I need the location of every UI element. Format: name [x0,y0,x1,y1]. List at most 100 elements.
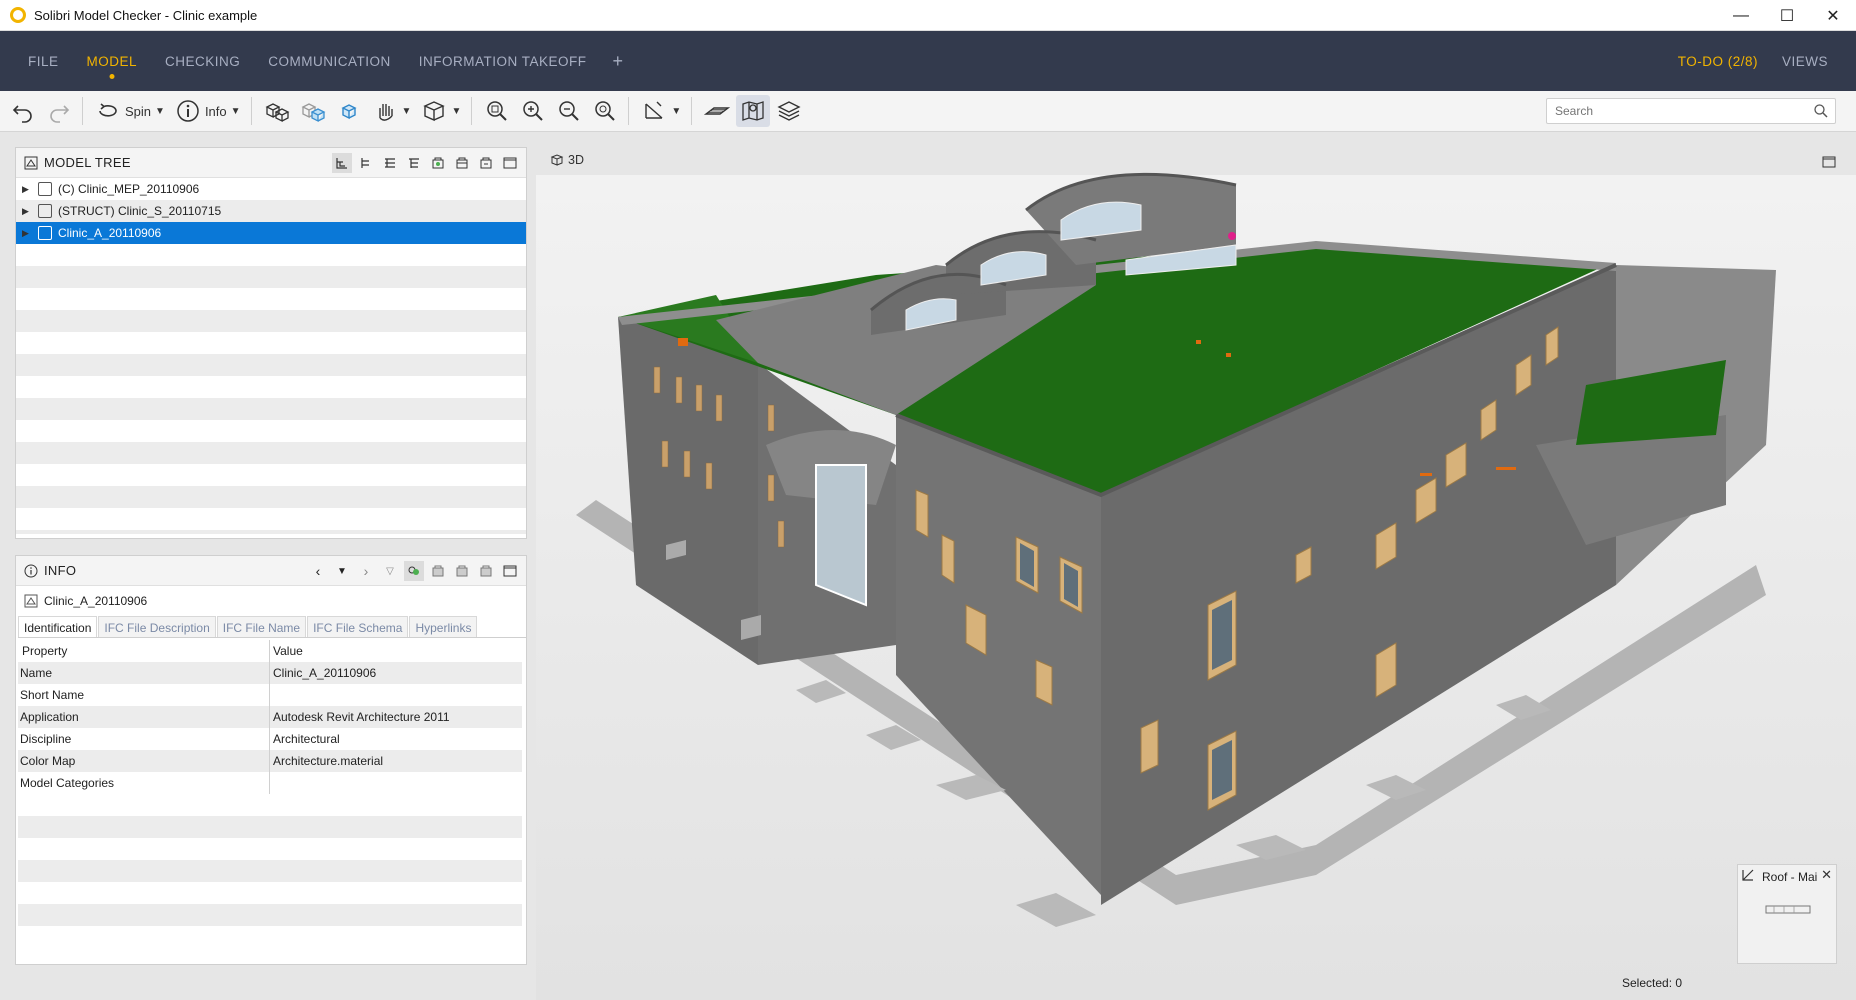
title-bar: Solibri Model Checker - Clinic example —… [0,0,1856,31]
layers-button[interactable] [772,95,806,127]
menu-file[interactable]: FILE [28,54,59,69]
tree-hierarchy-icon[interactable] [332,153,352,173]
floor-minimap[interactable]: Roof - Mai ✕ [1737,864,1837,964]
expand-arrow-icon[interactable]: ▶ [22,206,34,217]
model-file-icon [38,182,52,196]
empty-row [16,508,526,530]
views-button[interactable]: VIEWS [1782,54,1828,69]
minimap-building-outline [1765,905,1811,914]
maximize-button[interactable]: ☐ [1764,0,1810,31]
chevron-down-icon[interactable]: ▼ [402,106,412,117]
tab-identification[interactable]: Identification [18,616,98,637]
info-title: INFO [44,563,77,578]
undo-button[interactable] [6,95,40,127]
transparent-button[interactable] [296,95,330,127]
app-logo-icon [10,7,26,23]
toolbar-separator [471,97,473,125]
tree-empty-rows [16,244,526,534]
menu-model[interactable]: MODEL [87,54,138,69]
3d-viewport[interactable]: 3D [536,145,1856,1000]
zoom-out-button[interactable] [552,95,586,127]
spin-button[interactable]: Spin ▼ [91,95,169,127]
model-file-icon [38,226,52,240]
empty-row [16,464,526,486]
tree-item-mep[interactable]: ▶ (C) Clinic_MEP_20110906 [16,178,526,200]
package-alt-icon[interactable] [452,561,472,581]
chevron-down-icon[interactable]: ▼ [451,106,461,117]
zoom-fit-button[interactable] [480,95,514,127]
tab-hyperlinks[interactable]: Hyperlinks [409,616,478,637]
table-row[interactable]: Color Map Architecture.material [18,750,522,772]
minimize-button[interactable]: — [1718,0,1764,31]
chevron-down-icon[interactable]: ▼ [231,106,241,117]
filter-dropdown-icon[interactable]: ▽ [380,561,400,581]
floor-plan-button[interactable] [736,95,771,127]
expand-arrow-icon[interactable]: ▶ [22,184,34,195]
menu-information-takeoff[interactable]: INFORMATION TAKEOFF [419,54,587,69]
table-empty-rows [18,794,522,926]
panel-maximize-icon[interactable] [500,153,520,173]
redo-button[interactable] [42,95,76,127]
column-header-value[interactable]: Value [270,644,303,658]
search-icon[interactable] [1813,103,1829,122]
zoom-in-button[interactable] [516,95,550,127]
show-all-button[interactable] [260,95,294,127]
package-green-icon[interactable] [428,153,448,173]
back-arrow-icon[interactable]: ‹ [308,561,328,581]
todo-button[interactable]: TO-DO (2/8) [1678,54,1758,69]
tree-group-icon[interactable] [404,153,424,173]
expand-arrow-icon[interactable]: ▶ [22,228,34,239]
model-file-icon [24,594,38,608]
zoom-selected-button[interactable] [588,95,622,127]
forward-arrow-icon[interactable]: › [356,561,376,581]
building-model[interactable] [536,145,1856,1000]
close-icon[interactable]: ✕ [1821,867,1832,883]
tree-item-architecture[interactable]: ▶ Clinic_A_20110906 [16,222,526,244]
table-row[interactable]: Model Categories [18,772,522,794]
hand-tool-button[interactable]: ▼ [368,95,416,127]
tab-ifc-file-schema[interactable]: IFC File Schema [307,616,409,637]
isolate-button[interactable] [332,95,366,127]
section-plane-button[interactable] [700,95,734,127]
package-icon[interactable] [452,153,472,173]
tree-component-icon[interactable] [356,153,376,173]
measure-icon [645,101,663,119]
menu-checking[interactable]: CHECKING [165,54,240,69]
info-panel: INFO ‹ ▼ › ▽ Clinic_A_20110906 Identific… [15,555,527,965]
spin-label: Spin [125,103,152,119]
column-header-property[interactable]: Property [18,640,270,662]
empty-row [18,882,522,904]
property-value: Architecture.material [273,754,384,768]
table-row[interactable]: Application Autodesk Revit Architecture … [18,706,522,728]
search-box[interactable] [1546,98,1836,124]
empty-row [16,266,526,288]
package-alt-icon[interactable] [476,153,496,173]
property-name: Color Map [18,750,270,772]
tree-spatial-icon[interactable] [380,153,400,173]
panel-maximize-icon[interactable] [500,561,520,581]
package-icon[interactable] [428,561,448,581]
measure-button[interactable]: ▼ [637,95,685,127]
search-input[interactable] [1547,99,1797,123]
property-table: Property Value Name Clinic_A_20110906 Sh… [18,640,522,926]
package-third-icon[interactable] [476,561,496,581]
chevron-down-icon[interactable]: ▼ [671,106,681,117]
spin-icon [99,103,117,117]
zoom-out-icon [559,101,580,121]
table-row[interactable]: Name Clinic_A_20110906 [18,662,522,684]
link-green-icon[interactable] [404,561,424,581]
info-button[interactable]: Info ▼ [171,95,245,127]
tab-ifc-file-name[interactable]: IFC File Name [216,616,307,637]
box-view-button[interactable]: ▼ [417,95,465,127]
table-row[interactable]: Discipline Architectural [18,728,522,750]
menu-communication[interactable]: COMMUNICATION [268,54,391,69]
add-view-button[interactable]: + [613,51,624,72]
transparent-boxes-icon [301,103,325,123]
table-row[interactable]: Short Name [18,684,522,706]
close-button[interactable]: ✕ [1810,0,1856,31]
tree-item-struct[interactable]: ▶ (STRUCT) Clinic_S_20110715 [16,200,526,222]
tab-ifc-file-description[interactable]: IFC File Description [98,616,216,637]
chevron-down-icon[interactable]: ▼ [155,106,165,117]
model-file-icon [38,204,52,218]
history-dropdown-icon[interactable]: ▼ [332,561,352,581]
